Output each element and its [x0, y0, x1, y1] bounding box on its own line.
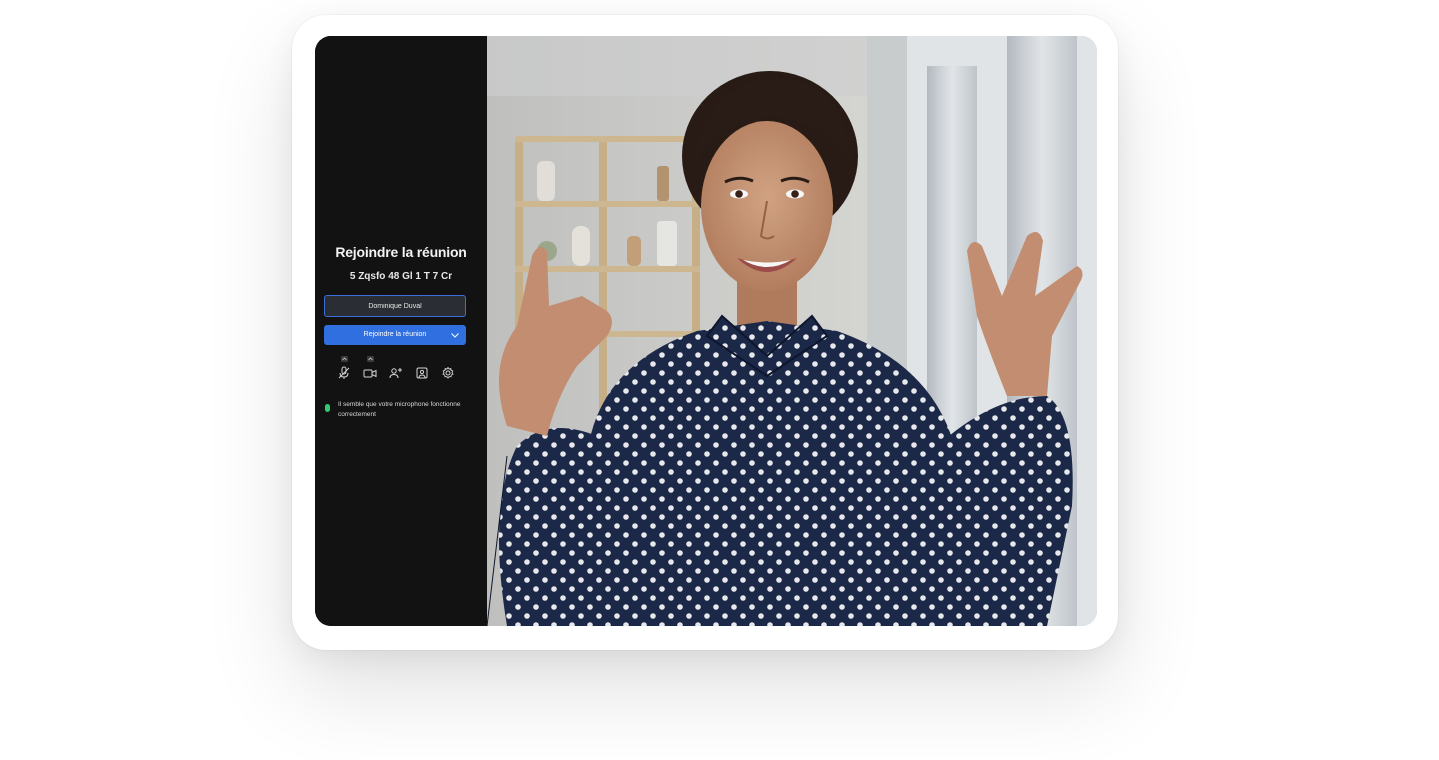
device-controls — [333, 356, 463, 386]
display-name-input[interactable] — [324, 295, 466, 317]
background-effects-button[interactable] — [411, 356, 433, 386]
camera-preview-image — [487, 36, 1097, 626]
settings-gear-icon — [442, 366, 454, 379]
settings-button[interactable] — [437, 356, 459, 386]
meeting-id: 5 Zqsfo 48 Gl 1 T 7 Cr — [349, 271, 453, 282]
camera-preview — [487, 36, 1097, 626]
add-person-icon — [389, 368, 402, 379]
microphone-off-icon — [338, 366, 350, 379]
microphone-toggle[interactable] — [333, 356, 355, 386]
status-indicator-dot — [325, 404, 330, 412]
video-camera-icon — [363, 369, 377, 378]
page-background: Rejoindre la réunion 5 Zqsfo 48 Gl 1 T 7… — [0, 0, 1439, 760]
join-meeting-button[interactable]: Rejoindre la réunion — [324, 325, 466, 345]
microphone-status-text: Il semble que votre microphone fonctionn… — [338, 401, 461, 418]
camera-options-caret[interactable] — [367, 356, 374, 362]
tablet-screen: Rejoindre la réunion 5 Zqsfo 48 Gl 1 T 7… — [315, 36, 1097, 626]
camera-toggle[interactable] — [359, 356, 381, 386]
chevron-down-icon[interactable] — [449, 325, 461, 345]
join-panel: Rejoindre la réunion 5 Zqsfo 48 Gl 1 T 7… — [315, 36, 487, 626]
microphone-options-caret[interactable] — [341, 356, 348, 362]
background-image-icon — [416, 367, 428, 379]
tablet-frame: Rejoindre la réunion 5 Zqsfo 48 Gl 1 T 7… — [292, 15, 1118, 650]
panel-title: Rejoindre la réunion — [335, 244, 467, 260]
join-meeting-label: Rejoindre la réunion — [363, 331, 427, 338]
invite-participant-button[interactable] — [385, 356, 407, 386]
